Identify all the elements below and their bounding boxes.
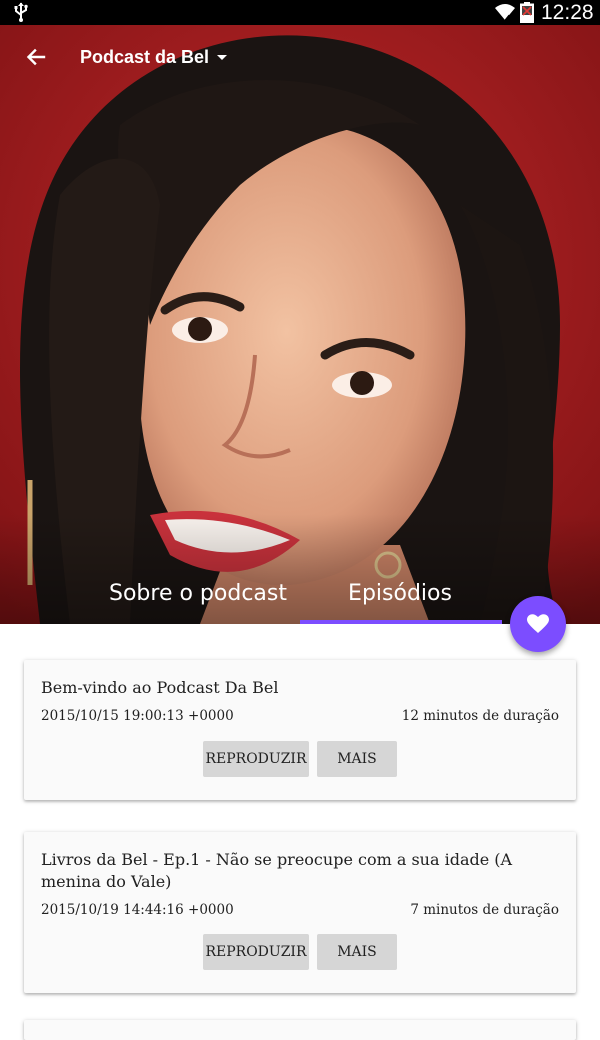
tab-episodes[interactable]: Episódios bbox=[300, 565, 500, 621]
tab-about[interactable]: Sobre o podcast bbox=[98, 565, 298, 621]
tab-indicator bbox=[300, 620, 502, 624]
episode-title: Livros da Bel - Ep.1 - Não se preocupe c… bbox=[41, 850, 513, 891]
episode-card: Livros da Bel - Ep.1 - Não se preocupe c… bbox=[24, 832, 576, 993]
more-button[interactable]: MAIS bbox=[317, 741, 397, 777]
wifi-icon bbox=[495, 4, 515, 21]
podcast-cover-image bbox=[0, 25, 600, 624]
episode-card: Bem-vindo ao Podcast Da Bel 2015/10/15 1… bbox=[24, 660, 576, 800]
episode-card-partial bbox=[24, 1020, 576, 1040]
app-bar: Podcast da Bel bbox=[0, 25, 600, 89]
favorite-button[interactable] bbox=[510, 596, 566, 652]
tab-episodes-label: Episódios bbox=[348, 580, 452, 606]
play-button[interactable]: REPRODUZIR bbox=[203, 741, 309, 777]
status-bar: 12:28 bbox=[0, 0, 600, 25]
back-button[interactable] bbox=[20, 41, 52, 73]
episode-duration: 7 minutos de duração bbox=[410, 902, 559, 918]
more-button[interactable]: MAIS bbox=[317, 934, 397, 970]
episode-duration: 12 minutos de duração bbox=[401, 708, 559, 724]
heart-icon bbox=[527, 614, 549, 633]
usb-icon bbox=[14, 2, 28, 22]
status-time: 12:28 bbox=[541, 1, 594, 24]
episode-date: 2015/10/15 19:00:13 +0000 bbox=[41, 708, 234, 724]
tab-bar: Sobre o podcast Episódios bbox=[0, 565, 600, 624]
caret-down-icon bbox=[217, 54, 228, 60]
podcast-selector[interactable]: Podcast da Bel bbox=[80, 45, 228, 69]
episode-date: 2015/10/19 14:44:16 +0000 bbox=[41, 902, 234, 918]
play-button[interactable]: REPRODUZIR bbox=[203, 934, 309, 970]
episode-title: Bem-vindo ao Podcast Da Bel bbox=[41, 678, 279, 697]
tab-about-label: Sobre o podcast bbox=[109, 580, 287, 606]
battery-icon bbox=[520, 2, 534, 23]
app-bar-title: Podcast da Bel bbox=[80, 47, 210, 67]
arrow-left-icon bbox=[26, 48, 46, 66]
